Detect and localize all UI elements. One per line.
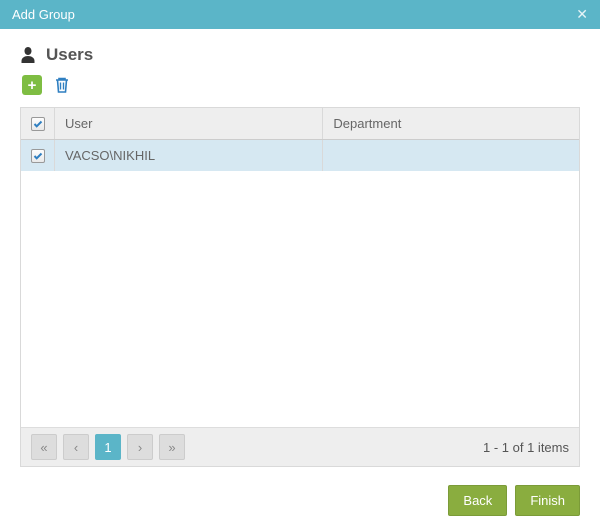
table-row[interactable]: VACSO\NIKHIL <box>21 140 579 171</box>
section-title: Users <box>46 45 93 65</box>
person-icon <box>20 46 36 64</box>
grid-header: User Department <box>21 108 579 140</box>
pager-first[interactable]: « <box>31 434 57 460</box>
pager-status: 1 - 1 of 1 items <box>483 440 569 455</box>
titlebar: Add Group ✕ <box>0 0 600 29</box>
column-user[interactable]: User <box>55 108 323 139</box>
row-checkbox-cell <box>21 140 55 171</box>
pager: « ‹ 1 › » 1 - 1 of 1 items <box>21 427 579 466</box>
column-department[interactable]: Department <box>323 108 579 139</box>
dialog-content: Users + User Department <box>0 29 600 477</box>
trash-icon <box>53 76 71 94</box>
users-grid: User Department VACSO\NIKHIL « ‹ <box>20 107 580 467</box>
select-all-checkbox[interactable] <box>31 117 45 131</box>
header-checkbox-cell <box>21 108 55 139</box>
add-button[interactable]: + <box>22 75 42 95</box>
dialog-footer: Back Finish <box>0 477 600 530</box>
section-header: Users <box>20 45 580 65</box>
plus-icon: + <box>28 78 37 93</box>
delete-button[interactable] <box>52 75 72 95</box>
pager-next[interactable]: › <box>127 434 153 460</box>
finish-button[interactable]: Finish <box>515 485 580 516</box>
pager-prev[interactable]: ‹ <box>63 434 89 460</box>
back-button[interactable]: Back <box>448 485 507 516</box>
pager-page-1[interactable]: 1 <box>95 434 121 460</box>
grid-body: VACSO\NIKHIL <box>21 140 579 427</box>
add-group-dialog: Add Group ✕ Users + <box>0 0 600 530</box>
cell-department <box>323 140 579 171</box>
row-checkbox[interactable] <box>31 149 45 163</box>
toolbar: + <box>20 75 580 95</box>
dialog-title: Add Group <box>12 7 75 22</box>
cell-user: VACSO\NIKHIL <box>55 140 323 171</box>
close-icon[interactable]: ✕ <box>576 6 588 23</box>
pager-buttons: « ‹ 1 › » <box>31 434 185 460</box>
pager-last[interactable]: » <box>159 434 185 460</box>
